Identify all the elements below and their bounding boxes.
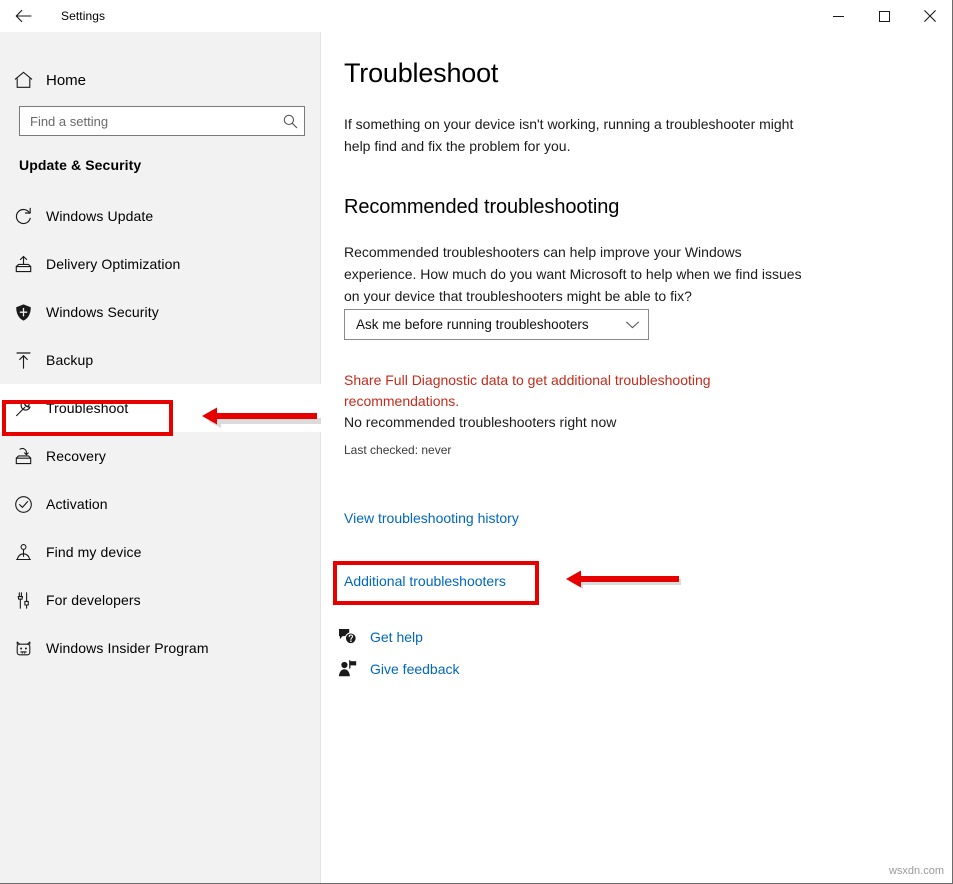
page-description: If something on your device isn't workin… [344,116,794,154]
sidebar-item-activation[interactable]: Activation [0,480,321,528]
sidebar-label: Delivery Optimization [46,256,181,272]
help-bubble-icon [337,628,357,645]
sidebar-label: Windows Update [46,208,154,224]
sidebar-item-recovery[interactable]: Recovery [0,432,321,480]
sidebar-item-windows-insider-program[interactable]: Windows Insider Program [0,624,321,672]
search-icon[interactable] [276,107,304,135]
back-button[interactable] [0,0,46,32]
sidebar-category-title: Update & Security [19,157,142,173]
upload-box-icon [0,255,46,274]
feedback-person-icon [337,660,357,677]
search-box[interactable] [19,106,305,136]
sidebar-label: Backup [46,352,94,368]
sidebar-label: Windows Security [46,304,159,320]
app-title: Settings [61,9,106,23]
back-arrow-icon [15,9,31,23]
recovery-icon [0,447,46,466]
section-description: Recommended troubleshooters can help imp… [344,244,802,304]
refresh-icon [0,207,46,226]
link-view-troubleshooting-history[interactable]: View troubleshooting history [344,510,519,526]
diagnostic-data-warning[interactable]: Share Full Diagnostic data to get additi… [344,370,769,412]
link-get-help[interactable]: Get help [337,628,423,645]
settings-window: Settings Home Find a setting Update & Se… [0,0,953,884]
sidebar-item-windows-security[interactable]: Windows Security [0,288,321,336]
upload-arrow-icon [0,351,46,370]
check-circle-icon [0,495,46,514]
minimize-button[interactable] [815,0,861,32]
sidebar-item-troubleshoot[interactable]: Troubleshoot [0,384,321,432]
no-recommendations-text: No recommended troubleshooters right now [344,414,617,430]
sidebar-nav-list: Windows Update Delivery Optimization Win… [0,192,321,672]
chevron-down-icon [626,316,639,334]
sidebar: Home Update & Security [0,32,321,883]
sidebar-item-delivery-optimization[interactable]: Delivery Optimization [0,240,321,288]
window-controls [815,0,952,32]
get-help-label: Get help [370,628,423,645]
close-icon [924,10,936,22]
sidebar-item-backup[interactable]: Backup [0,336,321,384]
link-give-feedback[interactable]: Give feedback [337,660,460,677]
title-bar: Settings [0,0,952,32]
watermark: wsxdn.com [888,865,944,877]
home-icon [0,71,46,89]
close-button[interactable] [907,0,952,32]
main-content: Troubleshoot If something on your device… [321,32,952,883]
person-locate-icon [0,543,46,562]
sidebar-item-for-developers[interactable]: For developers [0,576,321,624]
sidebar-label: Windows Insider Program [46,640,209,656]
page-title: Troubleshoot [344,58,499,88]
sidebar-label: Troubleshoot [46,400,129,416]
sidebar-item-home[interactable]: Home [0,60,321,100]
sidebar-item-find-my-device[interactable]: Find my device [0,528,321,576]
give-feedback-label: Give feedback [370,660,460,677]
search-input[interactable] [20,113,276,129]
link-additional-troubleshooters[interactable]: Additional troubleshooters [344,573,506,589]
sidebar-item-windows-update[interactable]: Windows Update [0,192,321,240]
insider-bug-icon [0,639,46,658]
sidebar-label: Find my device [46,544,142,560]
sidebar-label: For developers [46,592,141,608]
shield-icon [0,303,46,322]
sidebar-label: Activation [46,496,108,512]
minimize-icon [832,15,844,17]
maximize-button[interactable] [861,0,907,32]
wrench-icon [0,399,46,418]
sidebar-home-label: Home [46,71,87,89]
sidebar-label: Recovery [46,448,106,464]
tools-icon [0,591,46,610]
recommended-troubleshooting-dropdown[interactable]: Ask me before running troubleshooters [344,309,649,340]
maximize-icon [878,10,890,22]
section-heading-recommended: Recommended troubleshooting [344,196,620,218]
last-checked-text: Last checked: never [344,443,452,457]
dropdown-selected-value: Ask me before running troubleshooters [356,317,589,332]
